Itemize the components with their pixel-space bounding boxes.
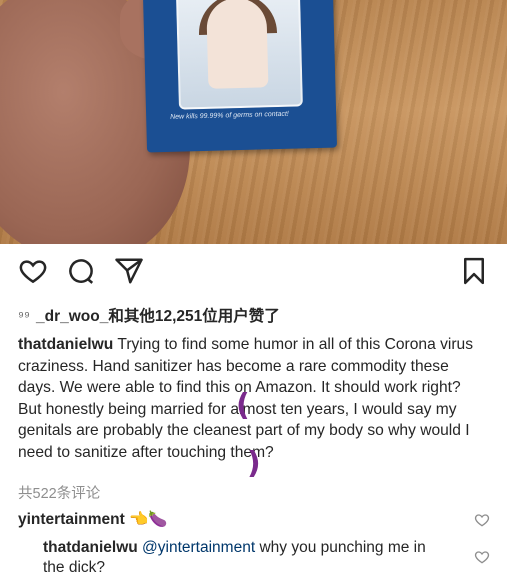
reply-like-heart-icon[interactable]	[474, 549, 490, 565]
likes-text: _dr_woo_和其他12,251位用户赞了	[36, 308, 280, 325]
reply-mention[interactable]: @yintertainment	[142, 539, 255, 556]
likes-prefix: ⁹⁹	[18, 308, 30, 324]
sanitizer-package: New kills 99.99% of germs on contact!	[142, 0, 338, 153]
woman-figure	[206, 0, 269, 89]
comment-like-heart-icon[interactable]	[474, 512, 490, 528]
likes-line[interactable]: ⁹⁹ _dr_woo_和其他12,251位用户赞了	[18, 304, 280, 326]
post-actions	[18, 256, 489, 288]
bookmark-icon[interactable]	[459, 256, 489, 286]
view-comments-link[interactable]: 共522条评论	[18, 482, 100, 503]
comment-text: 👈🍆	[129, 511, 168, 528]
comment-row: yintertainment 👈🍆	[18, 510, 168, 529]
package-blister	[175, 0, 303, 110]
reply-username[interactable]: thatdanielwu	[43, 539, 138, 556]
caption-username[interactable]: thatdanielwu	[18, 336, 113, 353]
post-photo[interactable]: New kills 99.99% of germs on contact!	[0, 0, 507, 244]
heart-icon[interactable]	[18, 256, 48, 286]
comment-username[interactable]: yintertainment	[18, 511, 125, 528]
handwritten-mark-open: (	[236, 388, 250, 423]
post-caption: thatdanielwu Trying to find some humor i…	[18, 334, 488, 463]
share-icon[interactable]	[114, 256, 144, 286]
handwritten-mark-close: )	[247, 446, 261, 481]
comment-icon[interactable]	[66, 256, 96, 286]
package-text: New kills 99.99% of germs on contact!	[170, 110, 289, 121]
comment-reply-row: thatdanielwu @yintertainment why you pun…	[43, 538, 443, 578]
